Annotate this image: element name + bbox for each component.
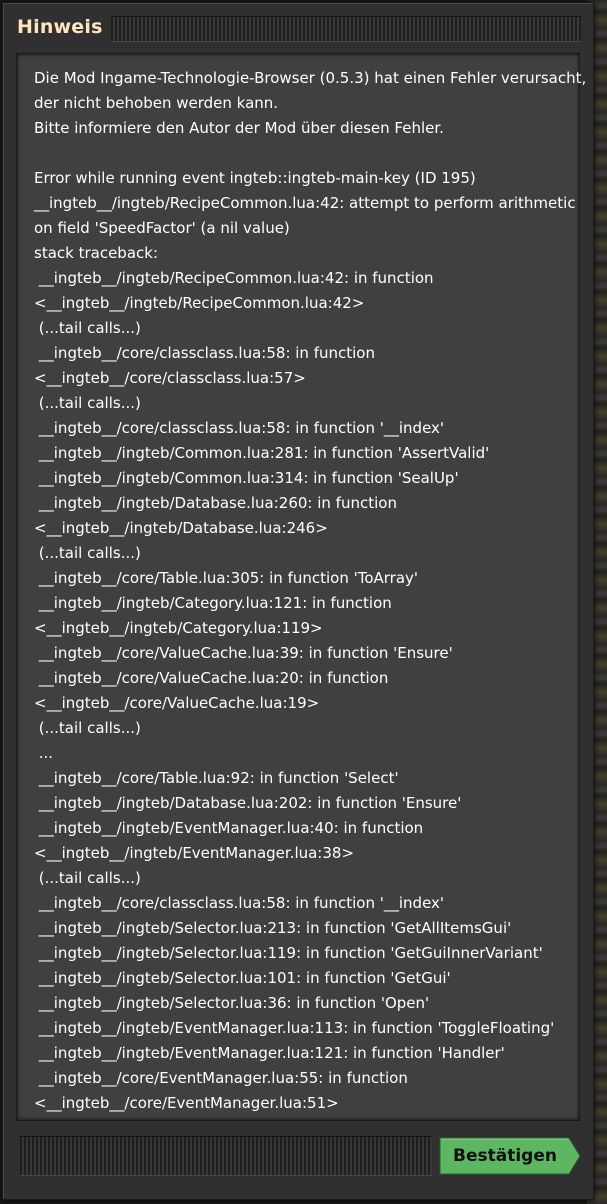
message-panel: Die Mod Ingame-Technologie-Browser (0.5.…: [16, 53, 587, 1121]
confirm-button-label: Bestätigen: [453, 1146, 557, 1166]
message-line: stack traceback:: [34, 244, 159, 262]
message-line: __ingteb__/ingteb/Selector.lua:36: in fu…: [34, 994, 430, 1012]
message-line: __ingteb__/ingteb/Common.lua:281: in fun…: [34, 444, 490, 462]
message-line: __ingteb__/core/classclass.lua:58: in fu…: [34, 344, 375, 362]
message-line: __ingteb__/core/ValueCache.lua:39: in fu…: [34, 644, 453, 662]
message-line: __ingteb__/ingteb/Selector.lua:101: in f…: [34, 969, 451, 987]
message-line: der nicht behoben werden kann.: [34, 94, 279, 112]
dialog-title: Hinweis: [17, 16, 103, 38]
message-line: __ingteb__/ingteb/Category.lua:121: in f…: [34, 594, 392, 612]
message-line: __ingteb__/ingteb/RecipeCommon.lua:42: a…: [34, 194, 576, 212]
message-line: __ingteb__/core/ValueCache.lua:20: in fu…: [34, 669, 389, 687]
message-line: __ingteb__/ingteb/Selector.lua:213: in f…: [34, 919, 512, 937]
message-line: <__ingteb__/core/EventManager.lua:51>: [34, 1094, 339, 1112]
message-line: __ingteb__/ingteb/RecipeCommon.lua:42: i…: [34, 269, 434, 287]
message-line: on field 'SpeedFactor' (a nil value): [34, 219, 290, 237]
message-line: Bitte informiere den Autor der Mod über …: [34, 119, 444, 137]
message-line: __ingteb__/ingteb/EventManager.lua:40: i…: [34, 819, 424, 837]
footer-drag-handle[interactable]: [20, 1136, 432, 1176]
message-line: __ingteb__/core/EventManager.lua:55: in …: [34, 1069, 408, 1087]
message-line: __ingteb__/ingteb/EventManager.lua:113: …: [34, 1019, 555, 1037]
message-line: __ingteb__/ingteb/Database.lua:202: in f…: [34, 794, 462, 812]
message-line: <__ingteb__/ingteb/Database.lua:246>: [34, 519, 328, 537]
message-line: (...tail calls...): [34, 869, 141, 887]
error-dialog: Hinweis Die Mod Ingame-Technologie-Brows…: [2, 2, 594, 1200]
message-line: Die Mod Ingame-Technologie-Browser (0.5.…: [34, 69, 587, 87]
message-line: (...tail calls...): [34, 544, 141, 562]
message-line: Error while running event ingteb::ingteb…: [34, 169, 476, 187]
message-line: <__ingteb__/ingteb/Category.lua:119>: [34, 619, 323, 637]
titlebar-drag-handle[interactable]: [111, 16, 581, 42]
message-line: __ingteb__/ingteb/Selector.lua:119: in f…: [34, 944, 543, 962]
message-line: <__ingteb__/core/classclass.lua:57>: [34, 369, 306, 387]
error-message: Die Mod Ingame-Technologie-Browser (0.5.…: [34, 66, 587, 1116]
message-line: __ingteb__/ingteb/Common.lua:314: in fun…: [34, 469, 459, 487]
message-line: (...tail calls...): [34, 319, 141, 337]
message-line: <__ingteb__/ingteb/EventManager.lua:38>: [34, 844, 355, 862]
message-line: (...tail calls...): [34, 394, 141, 412]
message-line: __ingteb__/core/Table.lua:305: in functi…: [34, 569, 419, 587]
message-line: ...: [34, 744, 54, 762]
message-line: __ingteb__/core/classclass.lua:58: in fu…: [34, 419, 445, 437]
message-line: __ingteb__/ingteb/EventManager.lua:121: …: [34, 1044, 505, 1062]
confirm-button[interactable]: Bestätigen: [439, 1137, 581, 1175]
message-line: <__ingteb__/core/ValueCache.lua:19>: [34, 694, 320, 712]
message-line: <__ingteb__/ingteb/RecipeCommon.lua:42>: [34, 294, 365, 312]
message-line: (...tail calls...): [34, 719, 141, 737]
titlebar: Hinweis: [3, 3, 593, 49]
message-line: __ingteb__/core/classclass.lua:58: in fu…: [34, 894, 445, 912]
message-line: __ingteb__/core/Table.lua:92: in functio…: [34, 769, 399, 787]
message-line: __ingteb__/ingteb/Database.lua:260: in f…: [34, 494, 397, 512]
